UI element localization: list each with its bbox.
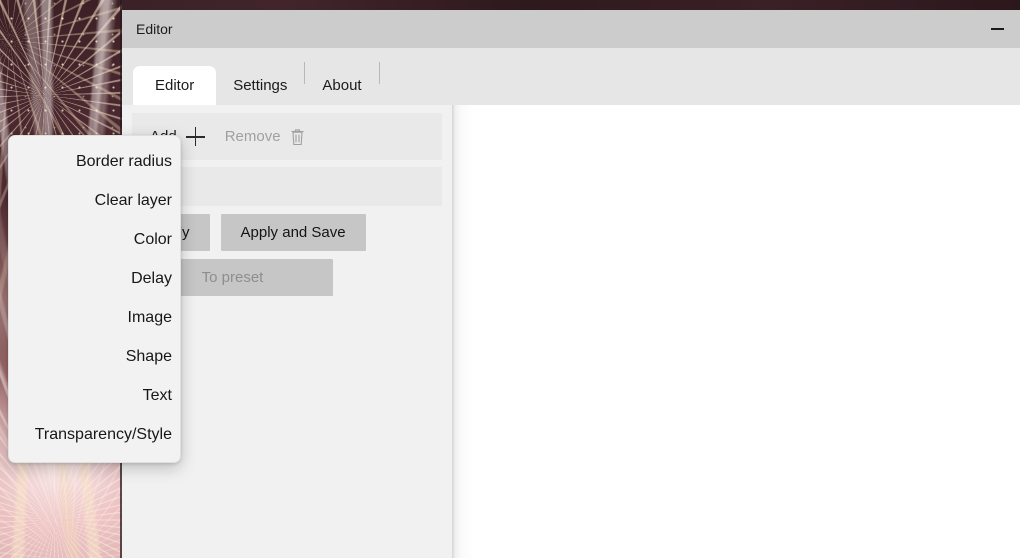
remove-layer-button[interactable]: Remove — [215, 122, 315, 152]
context-menu-item-label: Delay — [131, 269, 172, 287]
tab-bar: Editor Settings About — [122, 48, 1020, 105]
tab-editor-label: Editor — [155, 77, 195, 94]
tab-about[interactable]: About — [305, 66, 378, 105]
tab-about-label: About — [322, 77, 362, 94]
context-menu-item-label: Color — [133, 230, 172, 248]
tab-separator-2 — [378, 61, 380, 84]
context-menu-item-label: Text — [142, 386, 172, 404]
desktop-top-strip — [122, 0, 1020, 10]
context-menu-item-clear-layer[interactable]: Clear layer — [9, 181, 180, 220]
context-menu-item-color[interactable]: Color — [9, 220, 180, 259]
desktop: Editor Editor Settings About Remove Appl… — [0, 0, 1020, 558]
context-menu-item-image[interactable]: Image — [9, 298, 180, 337]
window-title: Editor — [136, 21, 173, 37]
apply-and-save-button[interactable]: Apply and Save — [220, 214, 366, 251]
context-menu-item-label: Image — [127, 308, 172, 326]
context-menu-item-text[interactable]: Text — [9, 376, 180, 415]
plus-icon — [185, 127, 205, 146]
editor-canvas[interactable] — [452, 105, 1020, 558]
context-menu-item-label: Transparency/Style — [34, 425, 172, 443]
trash-icon — [290, 128, 305, 146]
context-menu-item-border-radius[interactable]: Border radius — [9, 142, 180, 181]
minimize-button[interactable] — [974, 10, 1020, 48]
tab-settings-label: Settings — [233, 77, 288, 94]
remove-layer-label: Remove — [224, 128, 281, 145]
editor-window: Editor Editor Settings About Remove Appl… — [122, 10, 1020, 558]
tab-settings[interactable]: Settings — [216, 66, 304, 105]
minimize-icon — [990, 28, 1004, 30]
window-controls — [974, 10, 1020, 48]
context-menu-item-delay[interactable]: Delay — [9, 259, 180, 298]
context-menu-item-transparency-style[interactable]: Transparency/Style — [9, 415, 180, 454]
tab-editor[interactable]: Editor — [133, 66, 217, 105]
context-menu-item-label: Shape — [125, 347, 172, 365]
context-menu: Border radius Clear layer Color Delay Im… — [8, 135, 181, 463]
context-menu-item-shape[interactable]: Shape — [9, 337, 180, 376]
context-menu-item-label: Border radius — [75, 152, 172, 170]
context-menu-item-label: Clear layer — [94, 191, 172, 209]
window-titlebar[interactable]: Editor — [122, 10, 1020, 48]
work-area: Add Remove — [122, 105, 1020, 558]
